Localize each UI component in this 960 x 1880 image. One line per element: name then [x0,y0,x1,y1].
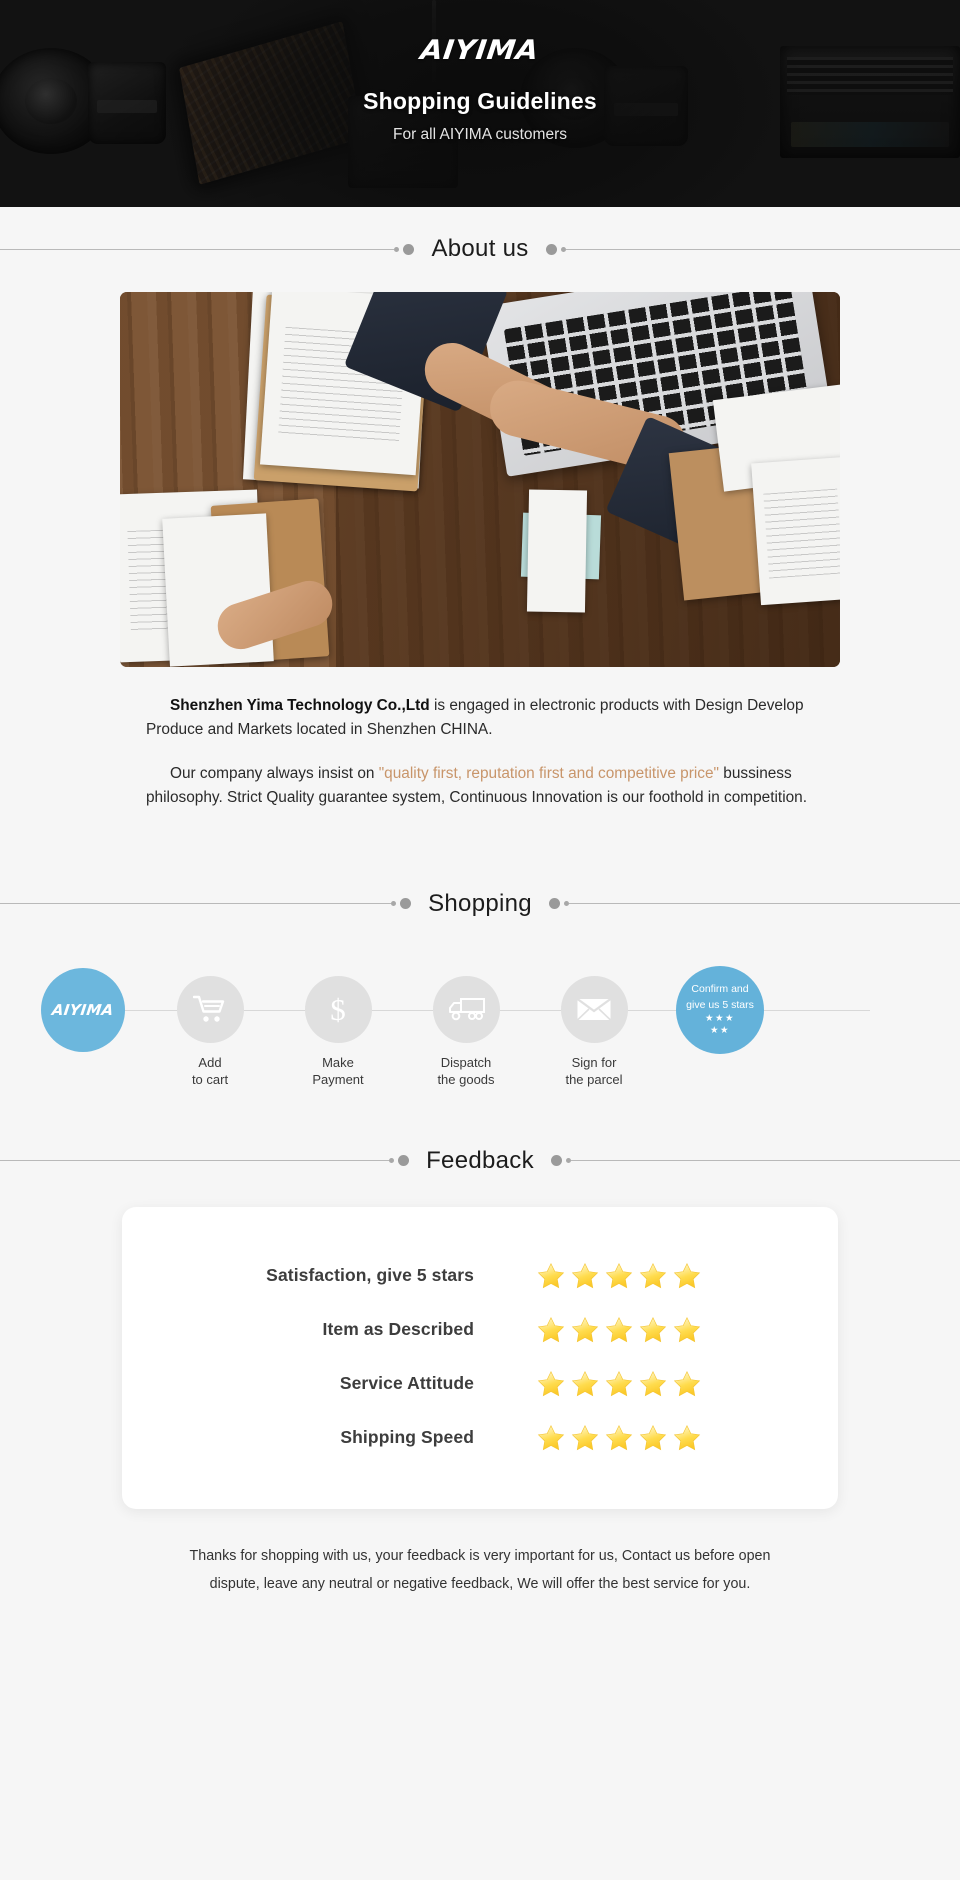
svg-text:$: $ [330,992,346,1027]
star-icon [639,1424,667,1450]
step-add-to-cart: Add to cart [145,952,275,1089]
note-strip [526,489,588,613]
about-paragraph-1: Shenzhen Yima Technology Co.,Ltd is enga… [146,694,814,742]
final-circle-stars-row1: ★★★ [704,1012,736,1024]
dollar-icon: $ [330,992,346,1027]
step-circle-payment: $ [304,975,372,1043]
aiyima-logo: AIYIMA [419,35,541,66]
rating-stars-shipping-speed [536,1423,702,1453]
star-icon [571,1316,599,1342]
star-icon [605,1424,633,1450]
star-icon [673,1262,701,1288]
aiyima-circle-logo: AIYIMA [51,1000,115,1019]
cart-icon [193,995,225,1022]
step-circle-cart [176,975,244,1043]
final-circle-line2: give us 5 stars [686,998,754,1011]
step-circle-dispatch [432,975,500,1043]
star-icon [537,1262,565,1288]
step-confirm-rate: Confirm and give us 5 stars ★★★ ★★ [655,952,785,1054]
section-heading-feedback: Feedback [0,1140,960,1182]
feedback-label-service-attitude: Service Attitude [339,1373,474,1393]
shopping-steps: AIYIMA Add to cart $ Make Payment Dispat… [0,952,960,1092]
step-label-dispatch: Dispatch the goods [437,1054,495,1088]
about-handshake-image [120,292,840,667]
company-name: Shenzhen Yima Technology Co.,Ltd [170,697,430,714]
philosophy-quote: "quality first, reputation first and com… [378,764,719,782]
rating-stars-item-described [536,1315,702,1345]
hero-subtitle: For all AIYIMA customers [393,126,567,143]
star-icon [673,1316,701,1342]
divider-dot-large-left [403,243,415,255]
divider-dot-small-left [394,246,400,252]
footer-note: Thanks for shopping with us, your feedba… [130,1542,830,1599]
about-paragraph-2: Our company always insist on "quality fi… [146,762,814,810]
feedback-label-satisfaction: Satisfaction, give 5 stars [266,1265,474,1285]
divider-line-left [0,1160,390,1161]
feedback-label-shipping-speed: Shipping Speed [340,1427,474,1447]
divider-dot-small-left [391,901,397,906]
shopping-guidelines-page: AIYIMA Shopping Guidelines For all AIYIM… [0,0,960,1880]
section-title-shopping: Shopping [428,889,532,917]
step-circle-sign [560,975,628,1043]
section-heading-shopping: Shopping [0,883,960,925]
divider-line-right [570,1160,960,1161]
step-label-cart: Add to cart [191,1054,229,1088]
final-circle-stars-row2: ★★ [709,1024,731,1036]
divider-line-left [0,248,395,250]
step-sign-parcel: Sign for the parcel [529,952,659,1089]
star-icon [571,1370,599,1396]
document-right-lower [751,456,840,606]
about-paragraph-2-before: Our company always insist on [170,764,379,782]
star-icon [537,1370,565,1396]
footer-line-2: dispute, leave any neutral or negative f… [209,1576,751,1593]
divider-dot-large-right [550,1155,562,1166]
section-heading-about: About us [0,228,960,270]
final-circle: Confirm and give us 5 stars ★★★ ★★ [676,965,764,1054]
star-icon [537,1424,565,1450]
star-icon [639,1370,667,1396]
truck-icon [449,998,485,1021]
divider-line-right [568,903,960,904]
divider-line-right [565,248,960,250]
footer-line-1: Thanks for shopping with us, your feedba… [189,1547,771,1564]
divider-dot-large-left [398,1155,410,1166]
feedback-row: Item as Described [122,1303,838,1357]
step-brand: AIYIMA [18,952,148,1052]
feedback-row: Satisfaction, give 5 stars [122,1249,838,1303]
star-icon [605,1370,633,1396]
envelope-icon [576,997,612,1021]
star-icon [571,1262,599,1288]
feedback-card: Satisfaction, give 5 stars Item as Descr… [122,1206,838,1509]
star-icon [673,1424,701,1450]
divider-dot-large-right [545,243,557,255]
final-circle-line1: Confirm and [691,983,749,996]
star-icon [571,1424,599,1450]
divider-dot-large-left [400,898,412,909]
star-icon [673,1370,701,1396]
feedback-label-item-described: Item as Described [322,1319,474,1339]
step-label-sign: Sign for the parcel [565,1054,623,1088]
step-label-payment: Make Payment [312,1054,364,1088]
step-dispatch: Dispatch the goods [401,952,531,1089]
feedback-row: Shipping Speed [122,1411,838,1465]
star-icon [605,1316,633,1342]
hero-title: Shopping Guidelines [363,88,597,114]
divider-dot-large-right [548,898,560,909]
rating-stars-satisfaction [536,1261,702,1291]
step-make-payment: $ Make Payment [273,952,403,1089]
star-icon [537,1316,565,1342]
rating-stars-service-attitude [536,1369,702,1399]
star-icon [605,1262,633,1288]
divider-dot-small-left [389,1158,395,1163]
section-title-about: About us [431,235,529,262]
divider-line-left [0,903,392,904]
star-icon [639,1262,667,1288]
hero-banner: AIYIMA Shopping Guidelines For all AIYIM… [0,0,960,207]
section-title-feedback: Feedback [426,1146,534,1174]
feedback-row: Service Attitude [122,1357,838,1411]
star-icon [639,1316,667,1342]
brand-circle: AIYIMA [41,967,125,1052]
